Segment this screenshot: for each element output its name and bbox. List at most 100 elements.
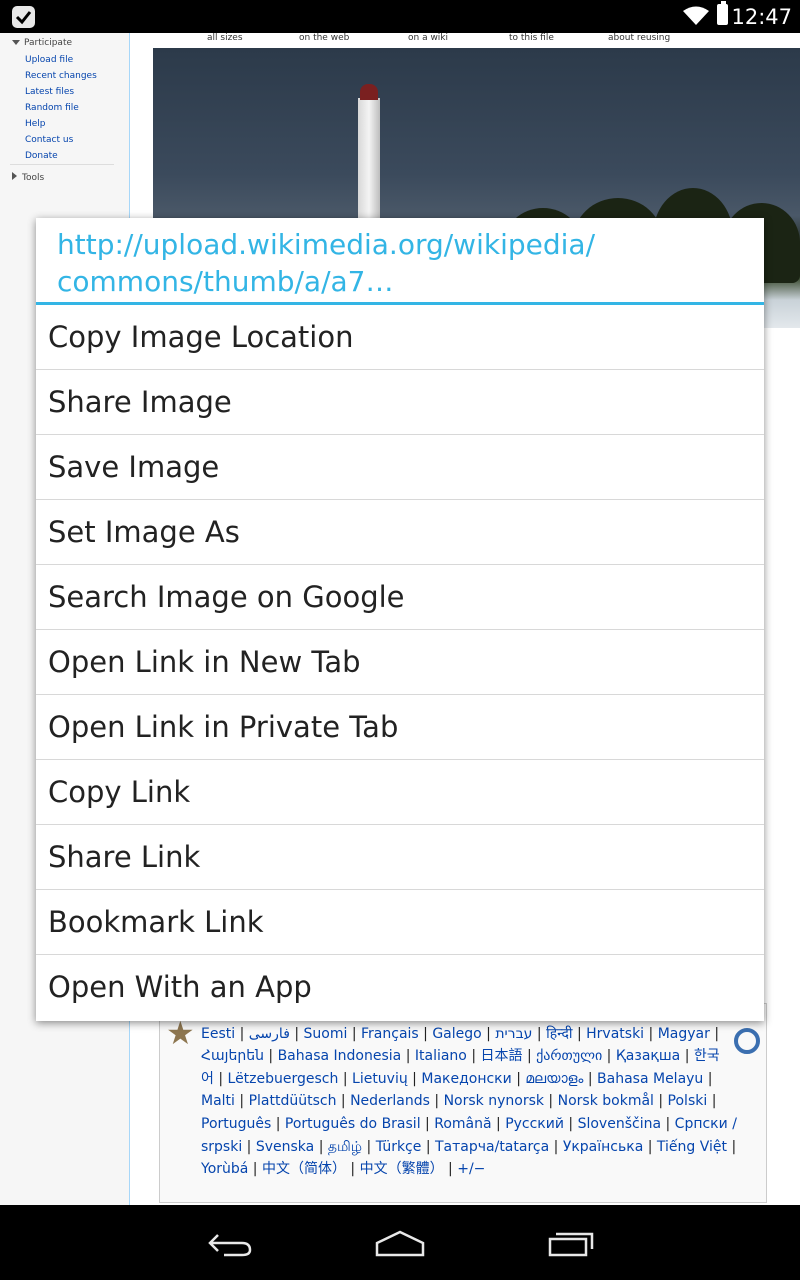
menu-search-image-on-google[interactable]: Search Image on Google [36, 565, 764, 630]
menu-bookmark-link[interactable]: Bookmark Link [36, 890, 764, 955]
language-link[interactable]: Bahasa Melayu [597, 1071, 703, 1087]
separator: | [543, 1093, 558, 1110]
separator: | [338, 1070, 353, 1087]
caret-down-icon [12, 40, 20, 45]
language-link[interactable]: Lëtzebuergesch [228, 1071, 339, 1087]
language-link[interactable]: Slovenščina [578, 1116, 661, 1132]
separator: | [345, 1161, 360, 1178]
language-link[interactable]: 中文（简体） [262, 1161, 346, 1177]
menu-open-link-in-new-tab[interactable]: Open Link in New Tab [36, 630, 764, 695]
link-to-this-file[interactable]: to this file [509, 33, 554, 43]
sidebar-item-latest-files[interactable]: Latest files [25, 85, 97, 101]
separator: | [314, 1138, 328, 1155]
language-link[interactable]: മലയാളം [525, 1071, 583, 1087]
language-link[interactable]: Македонски [421, 1071, 511, 1087]
language-link[interactable]: Հայերեն [201, 1048, 264, 1064]
language-link[interactable]: Yorùbá [201, 1161, 248, 1177]
back-icon[interactable] [206, 1229, 254, 1261]
menu-save-image[interactable]: Save Image [36, 435, 764, 500]
language-link[interactable]: Magyar [658, 1026, 710, 1042]
language-link[interactable]: Norsk nynorsk [444, 1093, 544, 1109]
language-link[interactable]: Norsk bokmål [558, 1093, 654, 1109]
clock: 12:47 [731, 5, 792, 29]
language-link[interactable]: Türkçe [376, 1139, 422, 1155]
link-on-a-wiki[interactable]: on a wiki [408, 33, 448, 43]
separator: | [235, 1025, 249, 1042]
task-check-icon [12, 6, 35, 28]
recents-icon[interactable] [547, 1229, 595, 1261]
language-line: Malti | Plattdüütsch | Nederlands | Nors… [201, 1090, 721, 1113]
separator: | [643, 1138, 657, 1155]
language-link[interactable]: Bahasa Indonesia [278, 1048, 402, 1064]
language-link[interactable]: Tiếng Việt [657, 1139, 727, 1155]
separator: | [271, 1115, 285, 1132]
language-line: Yorùbá | 中文（简体） | 中文（繁體） | +/− [201, 1158, 721, 1181]
battery-icon [717, 1, 728, 25]
separator: | [234, 1093, 249, 1110]
language-link[interactable]: Nederlands [350, 1093, 430, 1109]
context-menu-dialog: http://upload.wikimedia.org/wikipedia/ c… [36, 218, 764, 1021]
menu-copy-image-location[interactable]: Copy Image Location [36, 305, 764, 370]
link-about-reusing[interactable]: about reusing [608, 33, 670, 43]
menu-copy-link[interactable]: Copy Link [36, 760, 764, 825]
wifi-icon [682, 6, 710, 30]
sidebar-item-recent-changes[interactable]: Recent changes [25, 69, 97, 85]
separator: | [248, 1161, 262, 1178]
language-link[interactable]: Plattdüütsch [249, 1093, 337, 1109]
separator: | [549, 1138, 563, 1155]
language-link[interactable]: +/− [457, 1161, 485, 1177]
language-link[interactable]: עברית [495, 1026, 532, 1042]
language-link[interactable]: Galego [432, 1026, 481, 1042]
sidebar-item-contact-us[interactable]: Contact us [25, 133, 97, 149]
language-link[interactable]: Italiano [415, 1048, 467, 1064]
navigation-bar [0, 1205, 800, 1280]
language-link[interactable]: 日本語 [481, 1048, 523, 1064]
sidebar-section-participate[interactable]: Participate [12, 38, 72, 48]
home-icon[interactable] [374, 1229, 426, 1261]
language-link[interactable]: 한국 [694, 1048, 720, 1064]
language-link[interactable]: srpski [201, 1139, 242, 1155]
language-link[interactable]: ქართული [536, 1048, 602, 1064]
separator: | [522, 1048, 537, 1065]
language-line: Português | Português do Brasil | Română… [201, 1113, 737, 1136]
language-link[interactable]: Русский [505, 1116, 564, 1132]
menu-open-with-an-app[interactable]: Open With an App [36, 955, 764, 1020]
menu-open-link-in-private-tab[interactable]: Open Link in Private Tab [36, 695, 764, 760]
language-link[interactable]: தமிழ் [328, 1139, 362, 1155]
language-link[interactable]: Malti [201, 1093, 235, 1109]
language-link[interactable]: Lietuvių [352, 1071, 408, 1087]
sidebar-item-random-file[interactable]: Random file [25, 101, 97, 117]
sidebar-item-help[interactable]: Help [25, 117, 97, 133]
sidebar-section-tools[interactable]: Tools [12, 172, 44, 183]
language-link[interactable]: Română [434, 1116, 491, 1132]
link-on-the-web[interactable]: on the web [299, 33, 349, 43]
separator: | [336, 1093, 351, 1110]
language-link[interactable]: Қазақша [616, 1048, 680, 1064]
sidebar-item-donate[interactable]: Donate [25, 149, 97, 165]
menu-set-image-as[interactable]: Set Image As [36, 500, 764, 565]
language-link[interactable]: Српски / [675, 1116, 737, 1132]
menu-share-link[interactable]: Share Link [36, 825, 764, 890]
language-link[interactable]: Eesti [201, 1026, 235, 1042]
separator: | [429, 1093, 444, 1110]
menu-share-image[interactable]: Share Image [36, 370, 764, 435]
separator: | [242, 1138, 256, 1155]
language-link[interactable]: 어 [201, 1071, 214, 1087]
language-link[interactable]: Татарча/tatarça [435, 1139, 549, 1155]
link-all-sizes[interactable]: all sizes [207, 33, 243, 43]
language-link[interactable]: فارسی [249, 1026, 290, 1042]
language-link[interactable]: Suomi [304, 1026, 348, 1042]
language-link[interactable]: Polski [668, 1093, 708, 1109]
language-link[interactable]: Hrvatski [586, 1026, 644, 1042]
language-link[interactable]: Português [201, 1116, 271, 1132]
sidebar-item-upload-file[interactable]: Upload file [25, 53, 97, 69]
language-link[interactable]: Svenska [256, 1139, 314, 1155]
separator: | [707, 1093, 717, 1110]
caret-right-icon [12, 172, 17, 180]
language-link[interactable]: Português do Brasil [285, 1116, 421, 1132]
language-link[interactable]: Français [361, 1026, 419, 1042]
separator: | [572, 1025, 587, 1042]
language-link[interactable]: हिन्दी [546, 1026, 572, 1042]
language-link[interactable]: Українська [563, 1139, 643, 1155]
language-link[interactable]: 中文（繁體） [360, 1161, 444, 1177]
